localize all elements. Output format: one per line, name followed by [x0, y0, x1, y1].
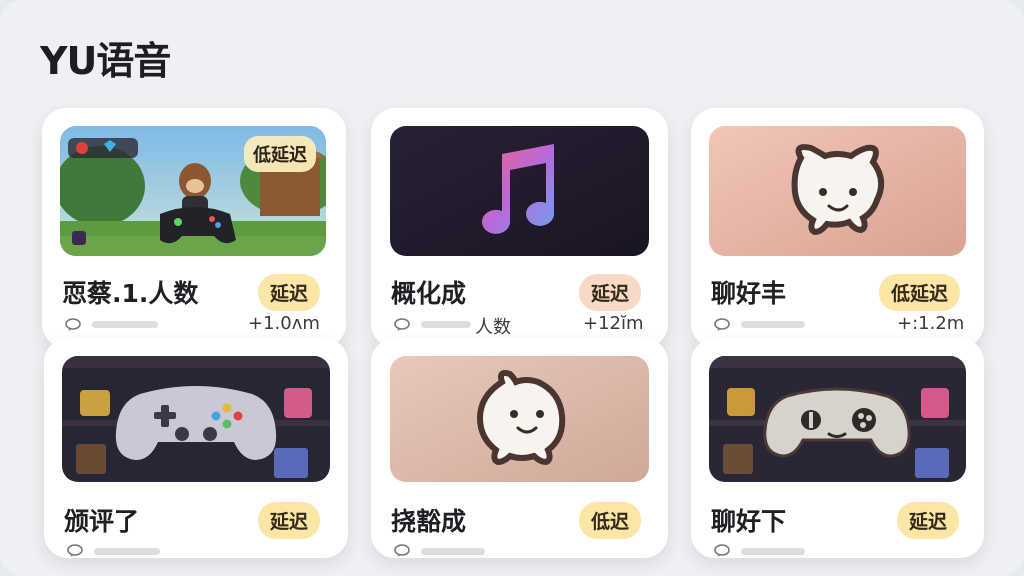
room-name: 聊好丰 [711, 279, 787, 308]
latency-tag: 延迟 [897, 502, 960, 539]
latency-tag: 低迟 [579, 502, 642, 539]
chat-bubble-face-image [390, 356, 649, 482]
chat-bubble-icon [394, 544, 410, 557]
chat-bubble-icon [394, 318, 410, 331]
app-title: YU语音 [40, 39, 171, 83]
music-note-image [390, 126, 649, 256]
game-world-controller-image: 低延迟 [60, 126, 326, 256]
gamepad-image [62, 356, 330, 482]
chat-bubble-icon [714, 318, 730, 331]
meta-placeholder-bar [741, 548, 805, 555]
latency-tag: 延迟 [579, 274, 642, 311]
chat-bubble-face-image [709, 126, 966, 256]
room-card[interactable]: 概化成 延迟 人数 +12ĭm [371, 108, 668, 348]
meta-placeholder-bar [741, 321, 805, 328]
meta-placeholder-bar [421, 548, 485, 555]
meta-placeholder-bar [421, 321, 471, 328]
room-card[interactable]: 颁评了 延迟 [44, 338, 348, 558]
online-count: +:1.2m [897, 313, 965, 334]
room-card[interactable]: 挠豁成 低迟 [371, 338, 668, 558]
gamepad-face-image [709, 356, 966, 482]
room-name: 聊好下 [711, 507, 787, 536]
low-latency-badge: 低延迟 [244, 136, 316, 172]
meta-placeholder-bar [92, 321, 158, 328]
chat-bubble-icon [65, 318, 81, 331]
meta-placeholder-bar [94, 548, 160, 555]
room-name: 概化成 [391, 279, 467, 308]
chat-bubble-icon [714, 544, 730, 557]
chat-bubble-icon [67, 544, 83, 557]
app-frame: YU语音 低延迟 恧蔡.1.人数 延迟 +1.0ʌm 概化成 延迟 人数 +12… [0, 0, 1024, 576]
room-name: 恧蔡.1.人数 [62, 279, 199, 308]
latency-tag: 延迟 [258, 502, 321, 539]
latency-tag: 延迟 [258, 274, 321, 311]
online-count: +1.0ʌm [248, 313, 320, 334]
latency-tag: 低延迟 [879, 274, 961, 311]
room-card[interactable]: 聊好下 延迟 [691, 338, 984, 558]
online-count: +12ĭm [583, 313, 644, 334]
room-name: 颁评了 [64, 507, 140, 536]
room-card[interactable]: 聊好丰 低延迟 +:1.2m [691, 108, 984, 348]
online-label: 人数 [475, 317, 511, 338]
room-name: 挠豁成 [391, 507, 467, 536]
room-card[interactable]: 低延迟 恧蔡.1.人数 延迟 +1.0ʌm [42, 108, 346, 348]
